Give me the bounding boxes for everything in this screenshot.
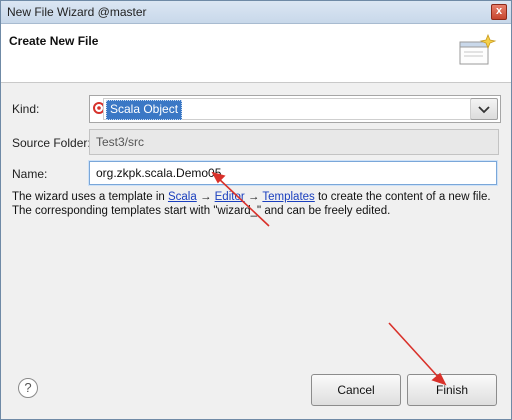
wizard-window: New File Wizard @master x Create New Fil… — [0, 0, 512, 420]
annotation-arrow-finish — [388, 322, 447, 386]
annotation-arrow-name — [211, 171, 270, 227]
annotation-arrows — [211, 171, 447, 386]
